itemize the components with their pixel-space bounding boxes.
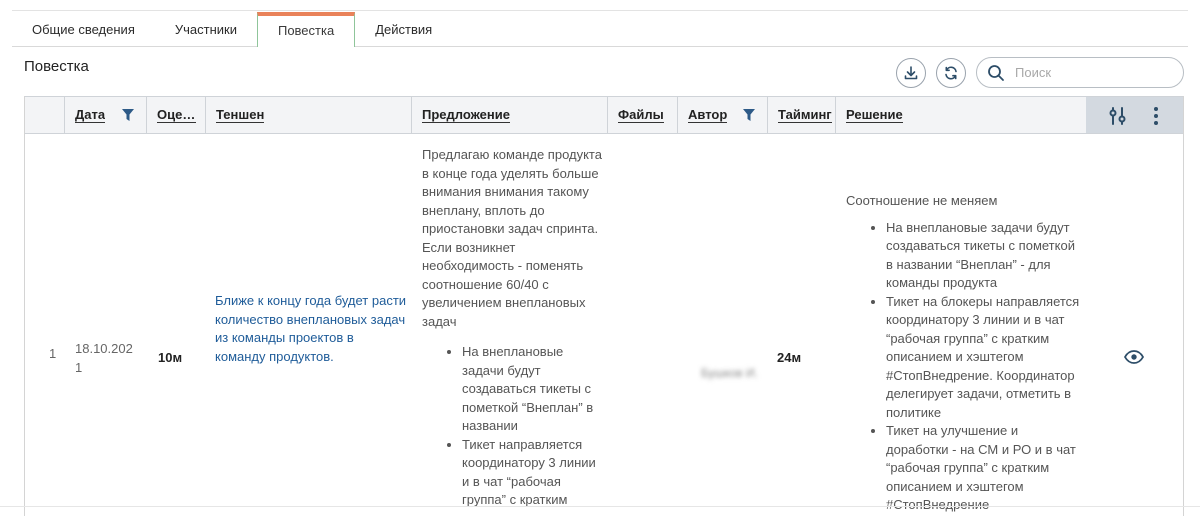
refresh-button[interactable] <box>936 58 966 88</box>
tab-general[interactable]: Общие сведения <box>12 12 155 46</box>
column-header-timing[interactable]: Тайминг <box>767 97 835 133</box>
decision-bullet: Тикет на блокеры направляется координато… <box>886 293 1084 423</box>
proposal-list: На внеплановые задачи будут создаваться … <box>462 343 604 510</box>
table-header: Дата Оценка Теншен Предложение Файлы Авт… <box>25 96 1183 134</box>
decision-list: На внеплановые задачи будут создаваться … <box>886 219 1084 515</box>
tab-bar: Общие сведения Участники Повестка Действ… <box>12 12 1188 47</box>
search-icon <box>988 64 1004 81</box>
agenda-table: Дата Оценка Теншен Предложение Файлы Авт… <box>24 96 1184 516</box>
download-button[interactable] <box>896 58 926 88</box>
column-header-date[interactable]: Дата <box>64 97 146 133</box>
row-decision: Соотношение не меняем На внеплановые зад… <box>846 192 1084 515</box>
more-vertical-icon[interactable] <box>1152 105 1160 127</box>
column-header-author[interactable]: Автор <box>677 97 767 133</box>
bottom-divider <box>0 506 1200 507</box>
proposal-bullet: На внеплановые задачи будут создаваться … <box>462 343 604 436</box>
row-proposal: Предлагаю команде продукта в конце года … <box>422 146 604 510</box>
header-tools <box>1086 97 1183 133</box>
column-header-decision[interactable]: Решение <box>835 97 1086 133</box>
top-divider <box>12 10 1188 11</box>
decision-paragraph: Соотношение не меняем <box>846 193 998 208</box>
row-estimate: 10м <box>158 350 183 365</box>
column-settings-icon[interactable] <box>1109 106 1127 126</box>
filter-icon[interactable] <box>122 109 134 121</box>
download-icon <box>904 66 918 80</box>
eye-icon[interactable] <box>1124 350 1144 364</box>
row-timing: 24м <box>777 350 802 365</box>
row-date: 18.10.2021 <box>75 341 133 375</box>
tab-agenda[interactable]: Повестка <box>256 12 356 47</box>
decision-bullet: Тикет на улучшение и доработки - на СМ и… <box>886 422 1084 515</box>
search-box[interactable] <box>976 57 1184 88</box>
column-header-estimate[interactable]: Оценка <box>146 97 205 133</box>
refresh-icon <box>945 66 957 80</box>
proposal-paragraph: Предлагаю команде продукта в конце года … <box>422 147 602 329</box>
row-index: 1 <box>49 346 57 361</box>
proposal-bullet: Тикет направляется координатору 3 линии … <box>462 436 604 510</box>
decision-bullet: На внеплановые задачи будут создаваться … <box>886 219 1084 293</box>
filter-icon[interactable] <box>743 109 755 121</box>
row-tension-link[interactable]: Ближе к концу года будет расти количеств… <box>215 292 407 366</box>
tab-actions[interactable]: Действия <box>355 12 452 46</box>
column-header-proposal[interactable]: Предложение <box>411 97 607 133</box>
column-header-tension[interactable]: Теншен <box>205 97 411 133</box>
row-author: Бушков И. <box>701 366 758 380</box>
section-title: Повестка <box>24 58 89 75</box>
search-input[interactable] <box>1015 65 1165 80</box>
column-header-files[interactable]: Файлы <box>607 97 677 133</box>
tab-participants[interactable]: Участники <box>155 12 257 46</box>
